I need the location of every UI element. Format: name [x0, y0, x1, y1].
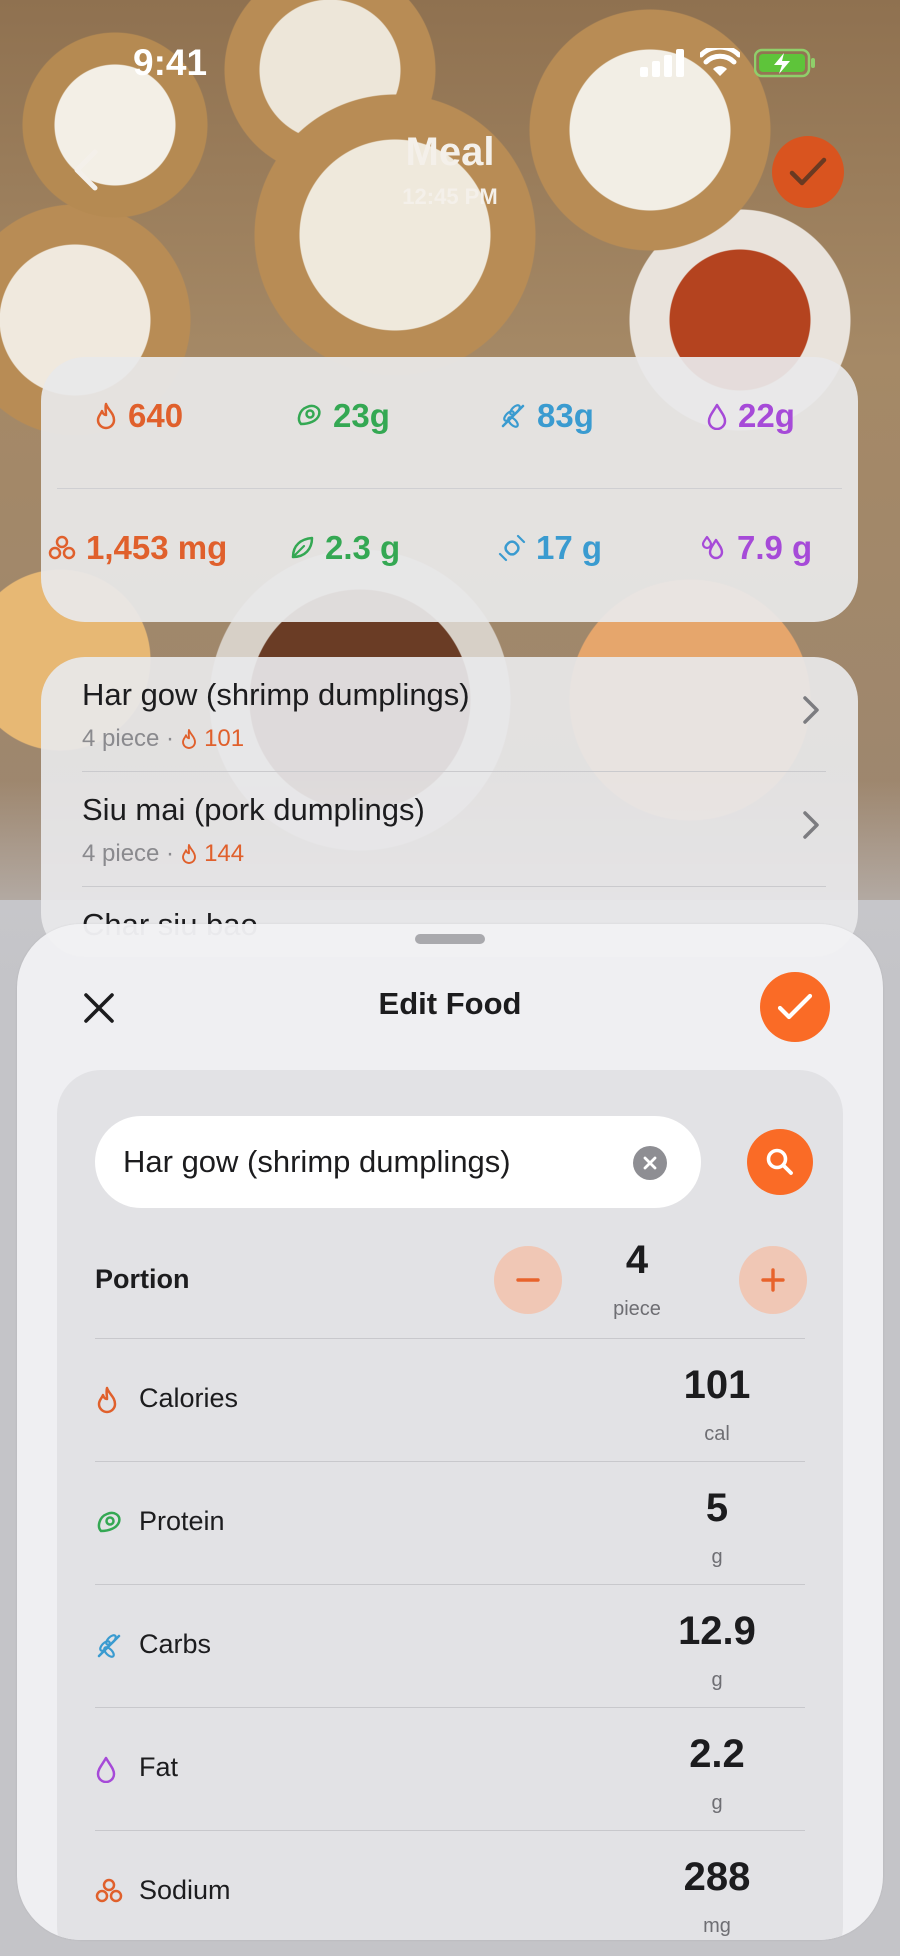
cellular-signal-icon	[640, 49, 684, 77]
summary-saturated-fat-value: 7.9 g	[737, 529, 813, 566]
minus-icon	[516, 1278, 540, 1282]
food-portion: 4 piece ·	[82, 725, 175, 752]
nutrient-row-calories[interactable]: Calories 101 cal	[95, 1338, 805, 1461]
summary-calories-value: 640	[128, 397, 184, 434]
checkmark-icon	[789, 157, 827, 186]
edit-food-sheet: Edit Food Portion 4 piece	[17, 924, 883, 1940]
status-bar: 9:41	[0, 0, 900, 130]
candy-icon	[498, 534, 526, 562]
meat-icon	[97, 1511, 121, 1533]
chevron-right-icon	[803, 811, 819, 839]
chevron-right-icon	[803, 696, 819, 724]
summary-sugar: 17 g	[498, 489, 602, 607]
plus-icon	[761, 1268, 785, 1292]
nutrient-label: Calories	[139, 1383, 239, 1413]
food-name: Siu mai (pork dumplings)	[82, 792, 425, 827]
meat-icon	[297, 404, 321, 426]
nutrient-value: 12.9	[678, 1609, 756, 1653]
nutrient-label: Carbs	[139, 1629, 212, 1659]
meal-time: 12:45 PM	[402, 184, 498, 209]
nutrient-row-protein[interactable]: Protein 5 g	[95, 1461, 805, 1584]
food-meta: 4 piece · 144	[82, 840, 244, 868]
summary-carbs: 83g	[499, 357, 594, 475]
summary-sodium-value: 1,453 mg	[86, 529, 228, 566]
summary-protein: 23g	[295, 357, 390, 475]
molecule-icon	[48, 535, 76, 560]
drop-icon	[707, 403, 727, 430]
food-search-field	[95, 1116, 701, 1208]
clear-icon	[643, 1156, 657, 1170]
drop-icon	[96, 1756, 116, 1783]
nutrient-label: Protein	[139, 1506, 225, 1536]
summary-fiber-value: 2.3 g	[325, 529, 401, 566]
increase-portion-button[interactable]	[739, 1246, 807, 1314]
flame-icon	[97, 1386, 117, 1414]
summary-sugar-value: 17 g	[536, 529, 603, 566]
summary-row-details: 1,453 mg 2.3 g 17 g 7.9 g	[41, 489, 858, 607]
summary-carbs-value: 83g	[537, 397, 594, 434]
portion-label: Portion	[95, 1264, 190, 1294]
search-icon	[766, 1148, 793, 1175]
edit-food-panel: Portion 4 piece Calories 101 cal	[57, 1070, 843, 1940]
summary-protein-value: 23g	[333, 397, 390, 434]
wheat-icon	[501, 404, 525, 428]
food-list: Har gow (shrimp dumplings) 4 piece · 101…	[41, 657, 858, 957]
nutrient-unit: cal	[704, 1423, 730, 1445]
food-calories: 144	[204, 840, 245, 867]
nutrition-summary-card: 640 23g 83g 22g 1,453 mg 2.3 g 17 g 7.9 …	[41, 357, 858, 622]
nutrient-value: 288	[683, 1855, 751, 1899]
nutrient-unit: g	[711, 1792, 723, 1814]
nutrient-unit: g	[711, 1669, 723, 1691]
food-name: Har gow (shrimp dumplings)	[82, 677, 470, 712]
food-portion: 4 piece ·	[82, 840, 175, 867]
search-button[interactable]	[747, 1129, 813, 1195]
summary-calories: 640	[94, 357, 183, 475]
leaf-icon	[291, 536, 314, 559]
food-search-input[interactable]	[123, 1116, 623, 1208]
save-meal-button[interactable]	[772, 136, 844, 208]
page-title: Meal	[405, 130, 495, 174]
food-calories: 101	[204, 725, 245, 752]
clear-search-button[interactable]	[633, 1146, 667, 1180]
sheet-grabber[interactable]	[415, 934, 485, 944]
status-time: 9:41	[133, 42, 208, 83]
wifi-icon	[700, 48, 740, 76]
nutrient-row-fat[interactable]: Fat 2.2 g	[95, 1707, 805, 1830]
flame-icon	[96, 402, 116, 430]
battery-charging-icon	[754, 48, 815, 78]
nutrient-value: 101	[683, 1363, 751, 1407]
food-list-item[interactable]: Har gow (shrimp dumplings) 4 piece · 101	[41, 657, 858, 772]
nutrient-value: 5	[705, 1486, 729, 1530]
summary-fat-value: 22g	[738, 397, 795, 434]
summary-row-macros: 640 23g 83g 22g	[41, 357, 858, 475]
nutrient-unit: mg	[703, 1915, 731, 1937]
nutrient-label: Fat	[139, 1752, 179, 1782]
molecule-icon	[95, 1878, 123, 1903]
summary-sodium: 1,453 mg	[48, 489, 227, 607]
nutrient-value: 2.2	[689, 1732, 745, 1776]
status-icons	[640, 48, 816, 78]
summary-fiber: 2.3 g	[289, 489, 400, 607]
food-meta: 4 piece · 101	[82, 725, 244, 753]
nutrient-label: Sodium	[139, 1875, 231, 1905]
food-list-item[interactable]: Siu mai (pork dumplings) 4 piece · 144	[41, 772, 858, 887]
flame-icon	[182, 844, 196, 864]
summary-fat: 22g	[706, 357, 795, 475]
summary-saturated-fat: 7.9 g	[699, 489, 812, 607]
nutrient-unit: g	[711, 1546, 723, 1568]
decrease-portion-button[interactable]	[494, 1246, 562, 1314]
portion-unit[interactable]: piece	[577, 1298, 697, 1321]
checkmark-icon	[777, 993, 813, 1020]
nutrient-row-sodium[interactable]: Sodium 288 mg	[95, 1830, 805, 1940]
portion-value[interactable]: 4	[577, 1238, 697, 1283]
nutrient-row-carbs[interactable]: Carbs 12.9 g	[95, 1584, 805, 1707]
sheet-title: Edit Food	[378, 986, 522, 1021]
wheat-icon	[97, 1634, 121, 1658]
drops-icon	[701, 535, 724, 560]
save-food-button[interactable]	[760, 972, 830, 1042]
flame-icon	[182, 729, 196, 749]
